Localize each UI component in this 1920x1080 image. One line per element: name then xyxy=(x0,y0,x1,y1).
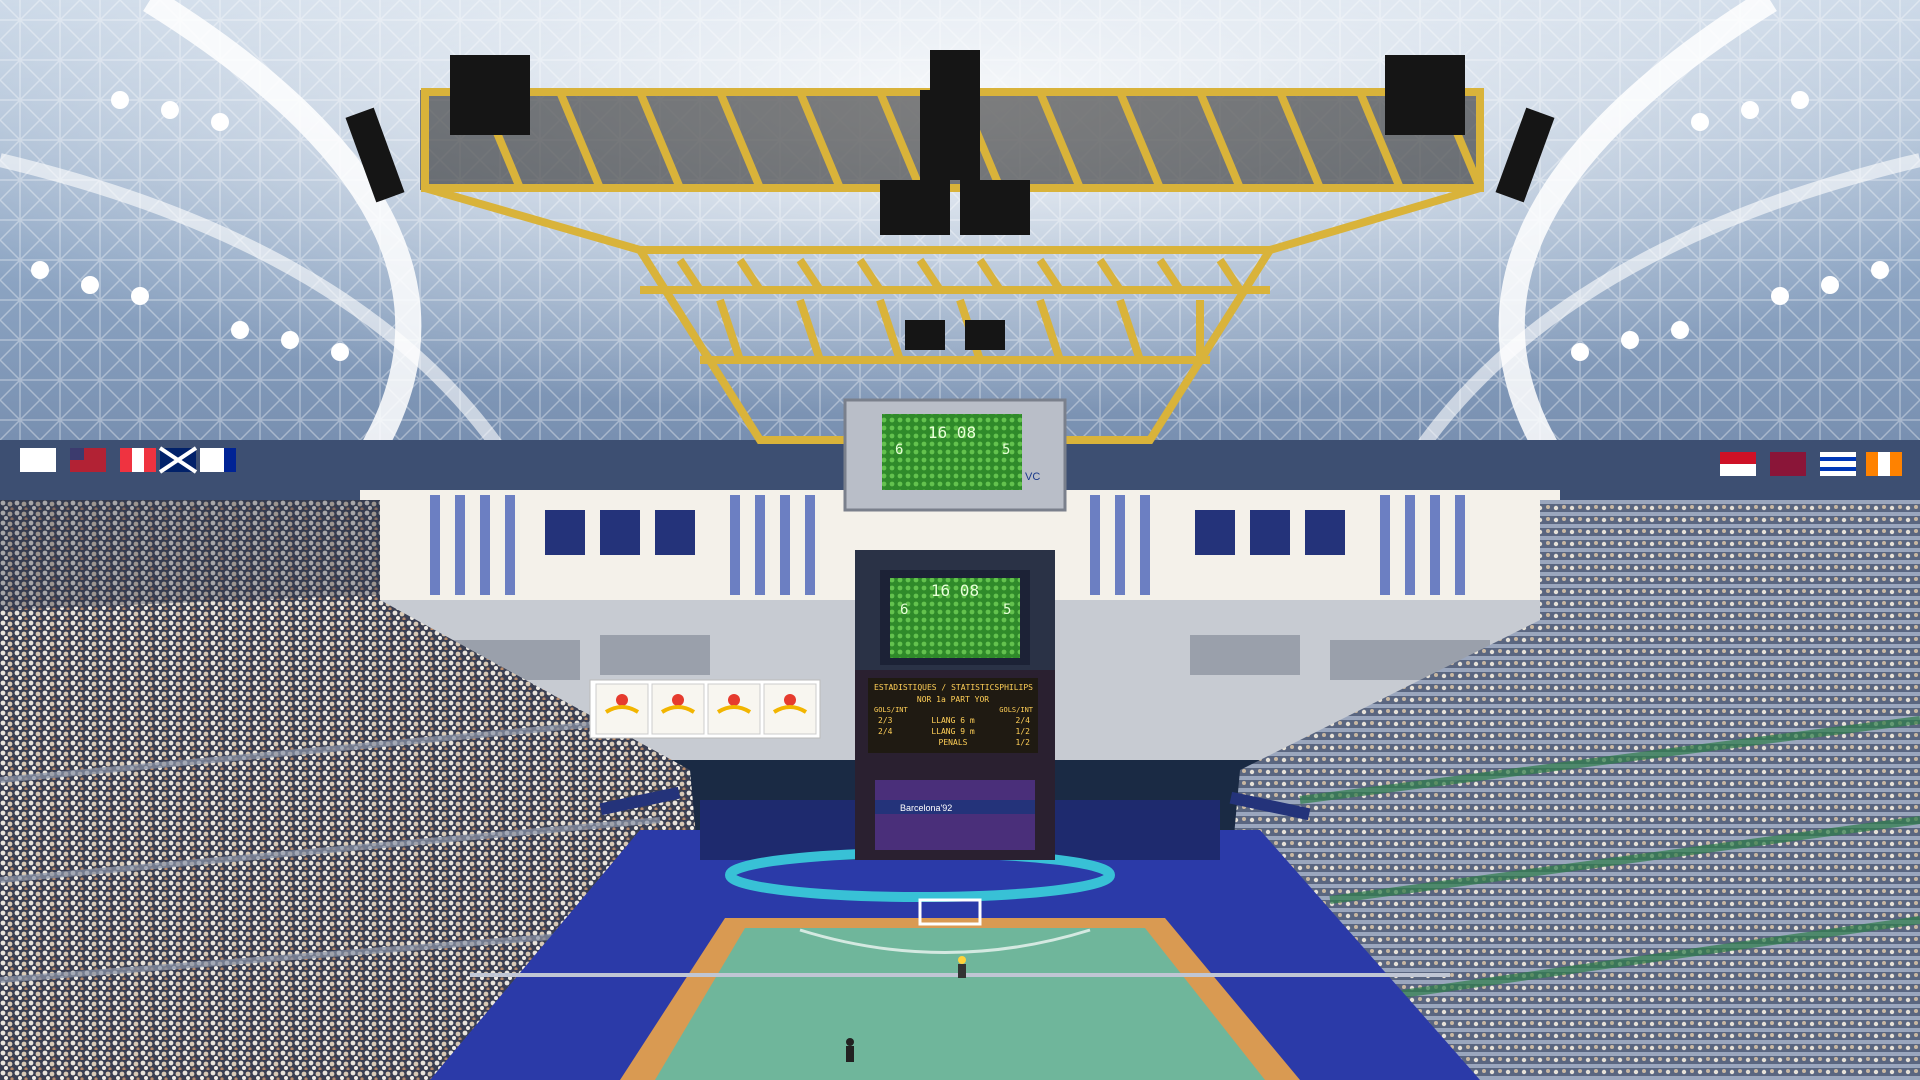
upper-brand: VC xyxy=(1025,471,1040,483)
lower-time: 16 08 xyxy=(931,581,979,600)
stats-subheader: NOR 1a PART YOR xyxy=(917,695,989,704)
scoreboard-upper: 16 08 6 5 VC xyxy=(843,398,1067,512)
stats-col-left: GOLS/INT xyxy=(874,706,909,714)
upper-right-score: 5 xyxy=(1002,442,1010,458)
stats-col-right: GOLS/INT xyxy=(999,706,1034,714)
svg-text:1/2: 1/2 xyxy=(1016,727,1031,736)
stats-header-right: PHILIPS xyxy=(999,683,1033,692)
sponsor-text: Barcelona'92 xyxy=(900,803,952,813)
arena-photo: 16 08 6 5 VC 16 08 6 5 ESTADISTIQUES / S… xyxy=(0,0,1920,1080)
lower-right-score: 5 xyxy=(1003,602,1011,618)
lower-left-score: 6 xyxy=(900,602,908,618)
upper-time: 16 08 xyxy=(928,423,976,442)
svg-text:1/2: 1/2 xyxy=(1016,738,1031,747)
stats-header-left: ESTADISTIQUES / STATISTICS xyxy=(874,683,999,692)
svg-text:LLANG 6 m: LLANG 6 m xyxy=(931,716,975,725)
svg-text:PENALS: PENALS xyxy=(939,738,968,747)
stats-board: ESTADISTIQUES / STATISTICS PHILIPS NOR 1… xyxy=(868,678,1038,753)
svg-text:2/4: 2/4 xyxy=(878,727,893,736)
svg-text:2/3: 2/3 xyxy=(878,716,893,725)
svg-text:2/4: 2/4 xyxy=(1016,716,1031,725)
scoreboard-lower: 16 08 6 5 xyxy=(880,570,1030,665)
olympic-posters xyxy=(589,679,821,739)
upper-left-score: 6 xyxy=(895,442,903,458)
svg-text:LLANG 9 m: LLANG 9 m xyxy=(931,727,975,736)
